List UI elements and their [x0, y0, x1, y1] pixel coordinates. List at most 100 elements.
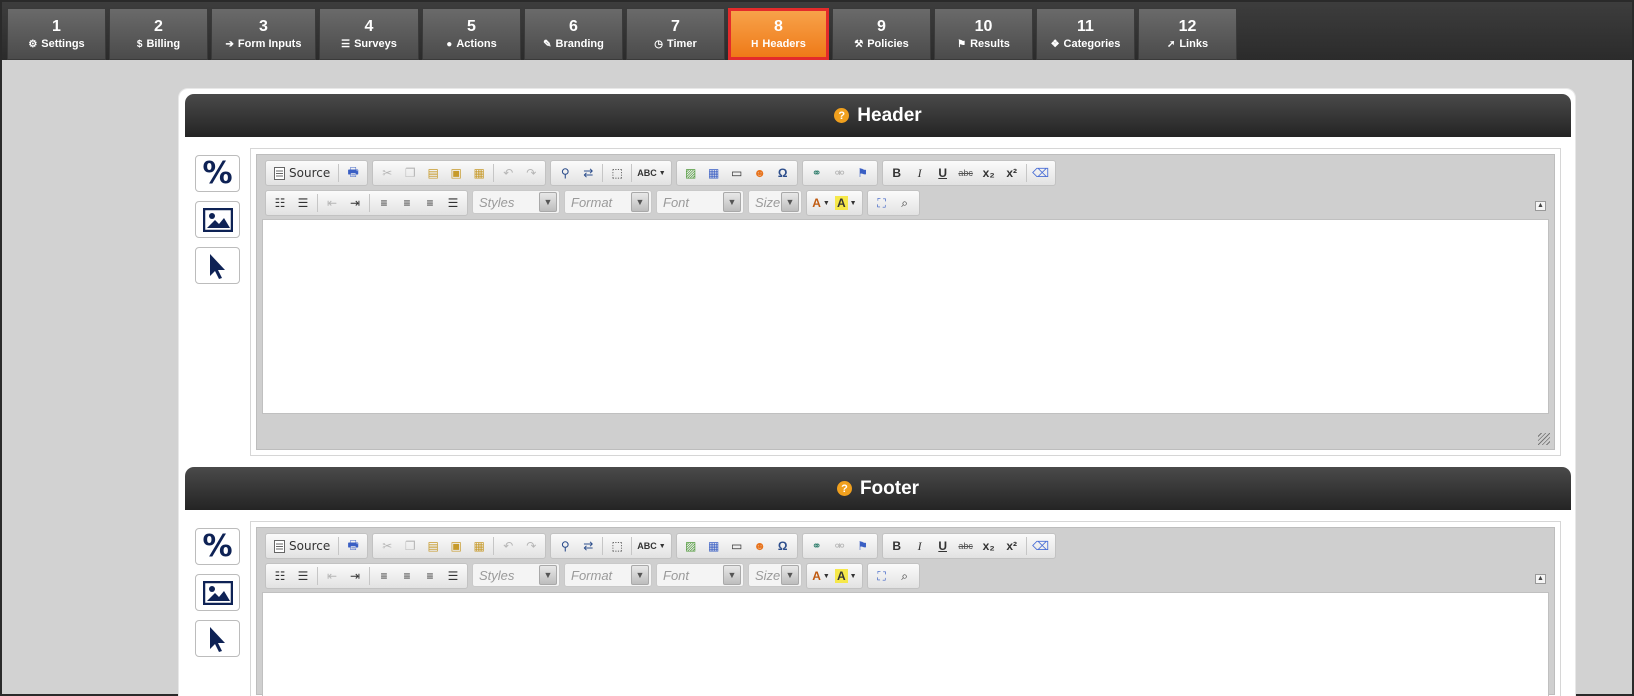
superscript-button[interactable]: x²	[1001, 163, 1023, 183]
smiley-button[interactable]: ☻	[749, 163, 771, 183]
print-button[interactable]: 🖶	[342, 536, 364, 556]
spellcheck-button[interactable]: ABC ▼	[635, 163, 667, 183]
redo-button[interactable]: ↷	[520, 163, 542, 183]
styles-dropdown[interactable]: Styles ▼	[472, 190, 560, 214]
bulleted-list-button[interactable]: ☰	[292, 566, 314, 586]
superscript-button[interactable]: x²	[1001, 536, 1023, 556]
align-right-button[interactable]: ≡	[419, 566, 441, 586]
special-char-button[interactable]: Ω	[772, 163, 794, 183]
indent-button[interactable]: ⇥	[344, 566, 366, 586]
strikethrough-button[interactable]: abc	[955, 536, 977, 556]
show-blocks-button[interactable]: ⌕	[894, 193, 916, 213]
editor-content-area[interactable]	[262, 219, 1549, 414]
align-left-button[interactable]: ≡	[373, 566, 395, 586]
tab-links[interactable]: 12 ➚ Links	[1138, 8, 1237, 60]
paste-button[interactable]: ▤	[422, 163, 444, 183]
percent-button[interactable]: %	[195, 155, 240, 192]
tab-form-inputs[interactable]: 3 ➔ Form Inputs	[211, 8, 316, 60]
source-button[interactable]: Source	[269, 536, 335, 556]
link-button[interactable]: ⚭	[806, 163, 828, 183]
tab-branding[interactable]: 6 ✎ Branding	[524, 8, 623, 60]
help-icon[interactable]: ?	[834, 108, 850, 123]
anchor-button[interactable]: ⚑	[852, 163, 874, 183]
tab-timer[interactable]: 7 ◷ Timer	[626, 8, 725, 60]
bulleted-list-button[interactable]: ☰	[292, 193, 314, 213]
outdent-button[interactable]: ⇤	[321, 193, 343, 213]
background-color-button[interactable]: A ▼	[833, 566, 859, 586]
show-blocks-button[interactable]: ⌕	[894, 566, 916, 586]
align-right-button[interactable]: ≡	[419, 193, 441, 213]
link-button[interactable]: ⚭	[806, 536, 828, 556]
undo-button[interactable]: ↶	[497, 163, 519, 183]
pointer-button[interactable]	[195, 247, 240, 284]
cut-button[interactable]: ✂	[376, 536, 398, 556]
select-all-button[interactable]: ⬚	[606, 536, 628, 556]
tab-headers[interactable]: 8 H Headers	[728, 8, 829, 60]
paste-word-button[interactable]: ▦	[468, 536, 490, 556]
italic-button[interactable]: I	[909, 536, 931, 556]
insert-image-button[interactable]: ▨	[680, 536, 702, 556]
numbered-list-button[interactable]: ☷	[269, 566, 291, 586]
format-dropdown[interactable]: Format ▼	[564, 190, 652, 214]
bold-button[interactable]: B	[886, 163, 908, 183]
strikethrough-button[interactable]: abc	[955, 163, 977, 183]
justify-button[interactable]: ☰	[442, 566, 464, 586]
toolbar-collapse-button[interactable]: ▲	[1535, 574, 1546, 584]
size-dropdown[interactable]: Size ▼	[748, 190, 802, 214]
pointer-button[interactable]	[195, 620, 240, 657]
replace-button[interactable]: ⇄	[577, 536, 599, 556]
subscript-button[interactable]: x₂	[978, 536, 1000, 556]
indent-button[interactable]: ⇥	[344, 193, 366, 213]
percent-button[interactable]: %	[195, 528, 240, 565]
text-color-button[interactable]: A ▼	[810, 566, 832, 586]
font-dropdown[interactable]: Font ▼	[656, 190, 744, 214]
anchor-button[interactable]: ⚑	[852, 536, 874, 556]
cut-button[interactable]: ✂	[376, 163, 398, 183]
source-button[interactable]: Source	[269, 163, 335, 183]
horizontal-rule-button[interactable]: ▭	[726, 536, 748, 556]
horizontal-rule-button[interactable]: ▭	[726, 163, 748, 183]
styles-dropdown[interactable]: Styles ▼	[472, 563, 560, 587]
size-dropdown[interactable]: Size ▼	[748, 563, 802, 587]
align-center-button[interactable]: ≡	[396, 566, 418, 586]
help-icon[interactable]: ?	[836, 481, 852, 496]
copy-button[interactable]: ❐	[399, 536, 421, 556]
format-dropdown[interactable]: Format ▼	[564, 563, 652, 587]
tab-policies[interactable]: 9 ⚒ Policies	[832, 8, 931, 60]
font-dropdown[interactable]: Font ▼	[656, 563, 744, 587]
special-char-button[interactable]: Ω	[772, 536, 794, 556]
find-button[interactable]: ⚲	[554, 163, 576, 183]
maximize-button[interactable]: ⛶	[871, 193, 893, 213]
remove-format-button[interactable]: ⌫	[1030, 163, 1052, 183]
paste-word-button[interactable]: ▦	[468, 163, 490, 183]
insert-image-button[interactable]: ▨	[680, 163, 702, 183]
outdent-button[interactable]: ⇤	[321, 566, 343, 586]
tab-surveys[interactable]: 4 ☰ Surveys	[319, 8, 419, 60]
replace-button[interactable]: ⇄	[577, 163, 599, 183]
spellcheck-button[interactable]: ABC ▼	[635, 536, 667, 556]
underline-button[interactable]: U	[932, 536, 954, 556]
italic-button[interactable]: I	[909, 163, 931, 183]
align-left-button[interactable]: ≡	[373, 193, 395, 213]
tab-results[interactable]: 10 ⚑ Results	[934, 8, 1033, 60]
underline-button[interactable]: U	[932, 163, 954, 183]
select-all-button[interactable]: ⬚	[606, 163, 628, 183]
unlink-button[interactable]: ⚮	[829, 536, 851, 556]
paste-text-button[interactable]: ▣	[445, 163, 467, 183]
toolbar-collapse-button[interactable]: ▲	[1535, 201, 1546, 211]
smiley-button[interactable]: ☻	[749, 536, 771, 556]
paste-text-button[interactable]: ▣	[445, 536, 467, 556]
bold-button[interactable]: B	[886, 536, 908, 556]
tab-settings[interactable]: 1 ⚙ Settings	[7, 8, 106, 60]
text-color-button[interactable]: A ▼	[810, 193, 832, 213]
subscript-button[interactable]: x₂	[978, 163, 1000, 183]
tab-billing[interactable]: 2 $ Billing	[109, 8, 208, 60]
undo-button[interactable]: ↶	[497, 536, 519, 556]
image-button[interactable]	[195, 201, 240, 238]
resize-handle-icon[interactable]	[1538, 433, 1550, 445]
maximize-button[interactable]: ⛶	[871, 566, 893, 586]
numbered-list-button[interactable]: ☷	[269, 193, 291, 213]
table-button[interactable]: ▦	[703, 163, 725, 183]
unlink-button[interactable]: ⚮	[829, 163, 851, 183]
copy-button[interactable]: ❐	[399, 163, 421, 183]
